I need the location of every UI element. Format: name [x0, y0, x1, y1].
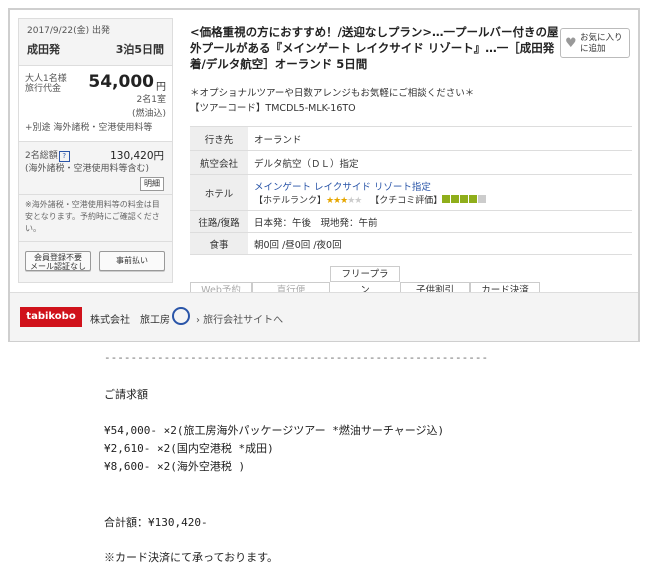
departure-date: 2017/9/22(金) 出発	[27, 26, 111, 36]
origin: 成田発	[27, 43, 60, 56]
invoice-line: ¥54,000- ×2(旅工房海外パッケージツアー *燃油サーチャージ込)	[104, 424, 445, 437]
tour-price: 54,000	[88, 72, 154, 92]
duration: 3泊5日間	[115, 43, 164, 56]
hotel-link[interactable]: メインゲート レイクサイド リゾート指定	[254, 179, 626, 193]
tour-description: ＊オプショナルツアーや日数アレンジもお気軽にご相談ください＊ 【ツアーコード】T…	[190, 86, 630, 116]
table-row: 行き先 オーランド	[190, 126, 632, 151]
prepay-badge[interactable]: 事前払い	[99, 251, 165, 271]
occupancy: 2名1室	[136, 95, 166, 105]
table-row: 食事 朝0回 /昼0回 /夜0回	[190, 232, 632, 255]
tour-code: 【ツアーコード】TMCDL5-MLK-16TO	[190, 103, 356, 114]
fuel-note: (燃油込)	[131, 109, 166, 119]
flight-times: 日本発：午後 現地発：午前	[248, 210, 632, 233]
total-label: 2名総額?	[25, 150, 70, 162]
fee-notice: ※海外諸税・空港使用料等の料金は目安となります。予約時にご確認ください。	[25, 200, 160, 233]
tour-title[interactable]: <価格重視の方におすすめ！/送迎なしプラン>…一プールバー付きの屋外プールがある…	[190, 24, 560, 72]
total-price: 130,420円	[110, 150, 164, 162]
total-note: (海外諸税・空港使用料等含む)	[25, 164, 150, 174]
review-rating-icon	[442, 195, 487, 206]
divider-line: ----------------------------------------…	[104, 351, 489, 364]
airline: デルタ航空（ＤＬ）指定	[248, 150, 632, 175]
table-row: ホテル メインゲート レイクサイド リゾート指定 【ホテルランク】★★★★★ 【…	[190, 174, 632, 211]
jata-icon	[172, 307, 190, 325]
extra-fees: +別途 海外諸税・空港使用料等	[25, 123, 153, 133]
feature-tags: Web予約 直行便フリープラン 子供割引 カード決済	[190, 266, 540, 298]
adult-label: 大人1名様 旅行代金	[25, 74, 67, 94]
tour-info-table: 行き先 オーランド 航空会社 デルタ航空（ＤＬ）指定 ホテル メインゲート レイクサ…	[190, 126, 632, 255]
yen-unit: 円	[156, 82, 166, 93]
invoice-line: ¥2,610- ×2(国内空港税 *成田)	[104, 442, 274, 455]
table-row: 航空会社 デルタ航空（ＤＬ）指定	[190, 150, 632, 175]
detail-button[interactable]: 明細	[140, 177, 164, 191]
tag-free-plan: フリープラン	[330, 266, 400, 296]
destination: オーランド	[248, 126, 632, 151]
company-footer: tabikobo 株式会社 旅工房 › 旅行会社サイトへ	[10, 292, 638, 341]
invoice-total: 合計額：¥130,420-	[104, 516, 208, 529]
payment-note: ※カード決済にて承っております。	[104, 551, 279, 564]
add-favorite-button[interactable]: ♥ お気に入り に追加	[560, 28, 630, 58]
tabikobo-logo: tabikobo	[20, 307, 82, 327]
tour-card: 2017/9/22(金) 出発 成田発 3泊5日間 大人1名様 旅行代金 54,0…	[8, 8, 640, 342]
price-panel: 2017/9/22(金) 出発 成田発 3泊5日間 大人1名様 旅行代金 54,0…	[18, 18, 173, 283]
heart-icon: ♥	[565, 36, 577, 51]
table-row: 往路/復路 日本発：午後 現地発：午前	[190, 210, 632, 233]
company-name: 株式会社 旅工房	[90, 315, 170, 326]
help-icon[interactable]: ?	[58, 151, 70, 162]
invoice-heading: ご請求額	[104, 388, 148, 401]
no-registration-badge[interactable]: 会員登録不要 メール認証なし	[25, 251, 91, 271]
meals: 朝0回 /昼0回 /夜0回	[248, 232, 632, 255]
invoice-line: ¥8,600- ×2(海外空港税 )	[104, 460, 246, 473]
star-rating-icon: ★★★	[326, 196, 348, 206]
agency-site-link[interactable]: › 旅行会社サイトへ	[196, 311, 283, 326]
